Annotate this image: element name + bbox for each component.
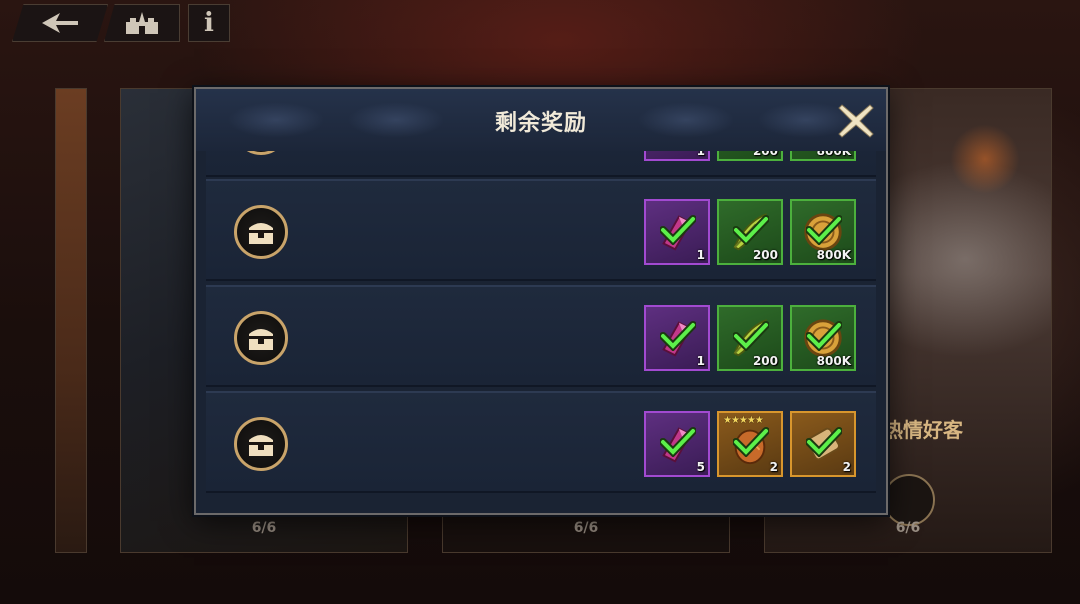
green-feather-item[interactable]: 200 xyxy=(717,151,783,161)
check-icon xyxy=(733,321,769,351)
scroll-item[interactable]: 2 xyxy=(790,411,856,477)
reward-row: 1 200 800K xyxy=(206,179,876,281)
gold-coin-item[interactable]: 800K xyxy=(790,199,856,265)
hero-egg-item[interactable]: ★★★★★ 2 xyxy=(717,411,783,477)
star-rating: ★★★★★ xyxy=(723,415,764,426)
close-button[interactable] xyxy=(836,101,876,141)
card-title: 热情好客 xyxy=(883,418,963,442)
purple-crystal-item[interactable]: 1 xyxy=(644,305,710,371)
item-quantity: 1 xyxy=(696,151,705,158)
item-quantity: 200 xyxy=(752,354,778,368)
reward-items: 1 200 800K xyxy=(644,151,856,161)
reward-items: 1 200 800K xyxy=(644,305,856,371)
close-x-icon xyxy=(838,104,874,138)
back-button[interactable] xyxy=(12,4,108,42)
back-arrow-icon xyxy=(42,13,78,33)
check-icon xyxy=(660,215,696,245)
dialog-title: 剩余奖励 xyxy=(494,111,587,136)
reward-row: 1 200 800K xyxy=(206,151,876,177)
chest-icon xyxy=(234,205,288,259)
item-quantity: 200 xyxy=(752,151,778,158)
reward-items: 1 200 800K xyxy=(644,199,856,265)
card-progress: 6/6 xyxy=(251,520,277,536)
item-quantity: 2 xyxy=(842,460,851,474)
check-icon xyxy=(733,427,769,457)
dialog-header: 剩余奖励 xyxy=(196,89,886,151)
info-label: i xyxy=(204,8,214,38)
item-quantity: 1 xyxy=(696,248,705,262)
info-button[interactable]: i xyxy=(188,4,230,42)
card-progress: 6/6 xyxy=(573,520,599,536)
green-feather-item[interactable]: 200 xyxy=(717,305,783,371)
reward-row: 1 200 800K xyxy=(206,285,876,387)
chest-icon xyxy=(234,151,288,155)
background-card-edge xyxy=(55,88,87,553)
item-quantity: 800K xyxy=(816,151,851,158)
check-icon xyxy=(806,427,842,457)
reward-list[interactable]: 1 200 800K 1 200 800K 1 200 800K 5 ★★★★★ 2 2 xyxy=(206,151,876,503)
purple-crystal-item[interactable]: 5 xyxy=(644,411,710,477)
item-quantity: 1 xyxy=(696,354,705,368)
chest-icon xyxy=(883,474,935,526)
gold-coin-item[interactable]: 800K xyxy=(790,305,856,371)
item-quantity: 5 xyxy=(696,460,705,474)
green-feather-item[interactable]: 200 xyxy=(717,199,783,265)
treasure-chest-icon xyxy=(249,435,273,456)
card-progress: 6/6 xyxy=(895,520,921,536)
check-icon xyxy=(660,321,696,351)
check-icon xyxy=(806,215,842,245)
treasure-chest-icon xyxy=(249,223,273,244)
remaining-rewards-dialog: 剩余奖励 1 200 800K 1 200 800K 1 200 800K 5 ★★★★★ 2 2 xyxy=(194,87,888,515)
item-quantity: 2 xyxy=(769,460,778,474)
item-quantity: 800K xyxy=(816,248,851,262)
check-icon xyxy=(660,427,696,457)
purple-crystal-item[interactable]: 1 xyxy=(644,151,710,161)
check-icon xyxy=(733,215,769,245)
chest-icon xyxy=(234,311,288,365)
check-icon xyxy=(806,321,842,351)
treasure-chest-icon xyxy=(249,329,273,350)
chest-icon xyxy=(234,417,288,471)
purple-crystal-item[interactable]: 1 xyxy=(644,199,710,265)
castle-icon xyxy=(126,12,158,34)
home-button[interactable] xyxy=(104,4,180,42)
reward-row: 5 ★★★★★ 2 2 xyxy=(206,391,876,493)
gold-coin-item[interactable]: 800K xyxy=(790,151,856,161)
reward-items: 5 ★★★★★ 2 2 xyxy=(644,411,856,477)
item-quantity: 200 xyxy=(752,248,778,262)
item-quantity: 800K xyxy=(816,354,851,368)
